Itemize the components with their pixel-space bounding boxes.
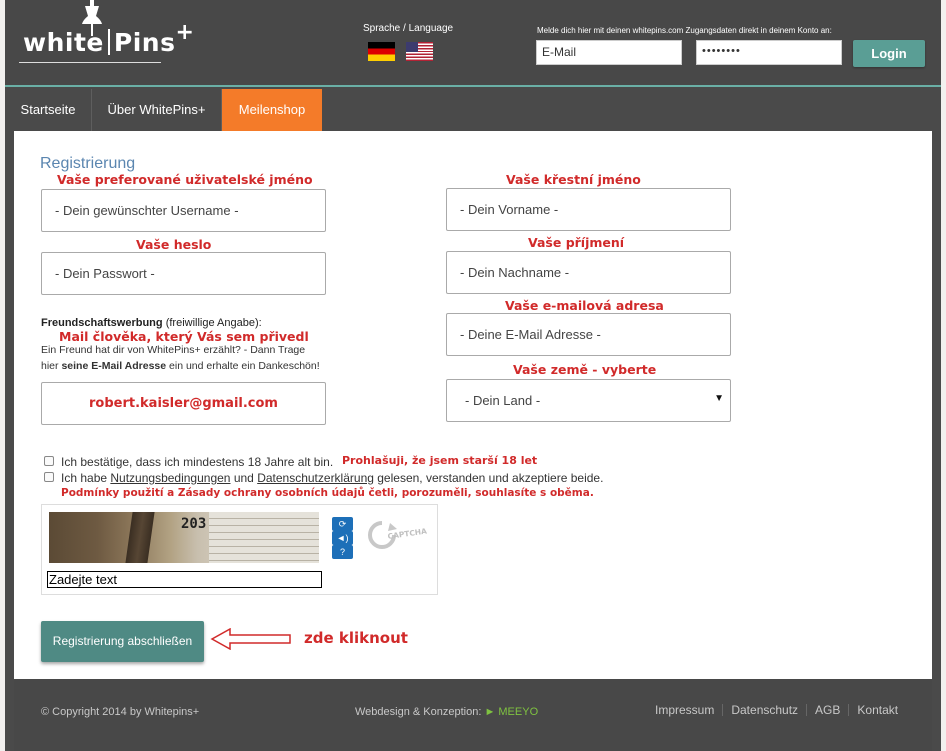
recaptcha-logo-icon: CAPTCHA [368, 521, 428, 549]
country-annotation: Vaše země - vyberte [513, 362, 657, 377]
referral-optional: (freiwillige Angabe): [165, 317, 262, 329]
logo-plus: + [175, 20, 195, 45]
terms-annotation: Podmínky použití a Zásady ochrany osobní… [61, 487, 594, 499]
referral-email-input[interactable]: robert.kaisler@gmail.com [41, 382, 326, 425]
page-title: Registrierung [40, 155, 136, 172]
captcha-input[interactable]: Zadejte text [47, 571, 322, 588]
register-submit-button[interactable]: Registrierung abschließen [41, 621, 204, 662]
footer-separator [806, 704, 808, 716]
lastname-input[interactable]: - Dein Nachname - [446, 251, 731, 294]
country-select[interactable]: - Dein Land - ▼ [446, 379, 731, 422]
referral-text-bold: seine E-Mail Adresse [61, 360, 167, 372]
referral-description: Ein Freund hat dir von WhitePins+ erzähl… [41, 342, 320, 374]
footer-link-agb[interactable]: AGB [815, 703, 840, 717]
referral-heading: Freundschaftswerbung (freiwillige Angabe… [41, 317, 262, 329]
footer-link-impressum[interactable]: Impressum [655, 703, 714, 717]
country-selected-value: - Dein Land - [465, 393, 541, 408]
logo-underline [19, 62, 161, 63]
firstname-annotation: Vaše křestní jméno [506, 172, 641, 187]
login-email-input[interactable]: E-Mail [536, 40, 682, 65]
age-checkbox[interactable] [44, 456, 54, 466]
footer-links: Impressum Datenschutz AGB Kontakt [655, 703, 898, 717]
referral-email-value: robert.kaisler@gmail.com [89, 396, 278, 411]
captcha-siding [209, 512, 319, 563]
password-input[interactable]: - Dein Passwort - [41, 252, 326, 295]
referral-text-line1: Ein Freund hat dir von WhitePins+ erzähl… [41, 344, 306, 356]
credit: Webdesign & Konzeption: ► MEEYO [355, 706, 538, 718]
terms-text-pre: Ich habe [61, 471, 111, 485]
login-button[interactable]: Login [853, 40, 925, 67]
footer-link-datenschutz[interactable]: Datenschutz [731, 703, 798, 717]
age-checkbox-label: Ich bestätige, dass ich mindestens 18 Ja… [61, 455, 334, 469]
logo[interactable]: white Pins+ [23, 20, 194, 57]
terms-text-mid: und [230, 471, 258, 485]
captcha-refresh-icon[interactable]: ⟳ [332, 517, 353, 531]
submit-annotation: zde kliknout [304, 629, 408, 647]
footer-separator [848, 704, 850, 716]
terms-checkbox-label: Ich habe Nutzungsbedingungen und Datensc… [61, 471, 603, 485]
email-input[interactable]: - Deine E-Mail Adresse - [446, 313, 731, 356]
credit-label: Webdesign & Konzeption: [355, 706, 482, 718]
flag-us-icon[interactable] [406, 42, 433, 61]
firstname-input[interactable]: - Dein Vorname - [446, 188, 731, 231]
header: white Pins+ Sprache / Language Melde dich… [5, 0, 941, 87]
captcha-number: 203 [181, 516, 207, 532]
username-input[interactable]: - Dein gewünschter Username - [41, 189, 326, 232]
footer-separator [722, 704, 724, 716]
red-arrow-icon [210, 628, 291, 650]
copyright: © Copyright 2014 by Whitepins+ [41, 706, 200, 718]
main-nav: Startseite Über WhitePins+ Meilenshop [5, 89, 941, 131]
login-password-input[interactable]: •••••••• [696, 40, 842, 65]
logo-divider [107, 29, 110, 55]
captcha-audio-icon[interactable]: ◄) [332, 531, 353, 545]
referral-text-post: ein und erhalte ein Dankeschön! [166, 360, 320, 372]
login-hint: Melde dich hier mit deinen whitepins.com… [537, 26, 832, 35]
nav-item-meilenshop[interactable]: Meilenshop [222, 89, 322, 131]
dropdown-arrow-icon: ▼ [714, 393, 724, 404]
captcha-post [125, 512, 155, 563]
password-annotation: Vaše heslo [136, 237, 212, 252]
captcha-help-icon[interactable]: ? [332, 545, 353, 559]
credit-link[interactable]: ► MEEYO [484, 706, 538, 718]
terms-link-datenschutz[interactable]: Datenschutzerklärung [257, 471, 374, 485]
referral-title: Freundschaftswerbung [41, 317, 163, 329]
captcha-image: 203 [49, 512, 319, 563]
nav-item-ueber[interactable]: Über WhitePins+ [92, 89, 222, 131]
lastname-annotation: Vaše příjmení [528, 235, 625, 250]
flag-de-icon[interactable] [368, 42, 395, 61]
logo-text-pins: Pins [113, 28, 176, 57]
footer-link-kontakt[interactable]: Kontakt [857, 703, 898, 717]
terms-text-post: gelesen, verstanden und akzeptiere beide… [373, 471, 604, 485]
terms-link-nutzungsbedingungen[interactable]: Nutzungsbedingungen [110, 471, 230, 485]
logo-text-white: white [23, 28, 104, 57]
email-annotation: Vaše e-mailová adresa [505, 298, 664, 313]
language-label: Sprache / Language [363, 23, 454, 34]
nav-item-startseite[interactable]: Startseite [5, 89, 92, 131]
referral-text-pre: hier [41, 360, 62, 372]
age-annotation: Prohlašuji, že jsem starší 18 let [342, 454, 538, 467]
terms-checkbox[interactable] [44, 472, 54, 482]
referral-text-line2: hier seine E-Mail Adresse ein und erhalt… [41, 358, 320, 374]
username-annotation: Vaše preferované uživatelské jméno [57, 172, 313, 187]
